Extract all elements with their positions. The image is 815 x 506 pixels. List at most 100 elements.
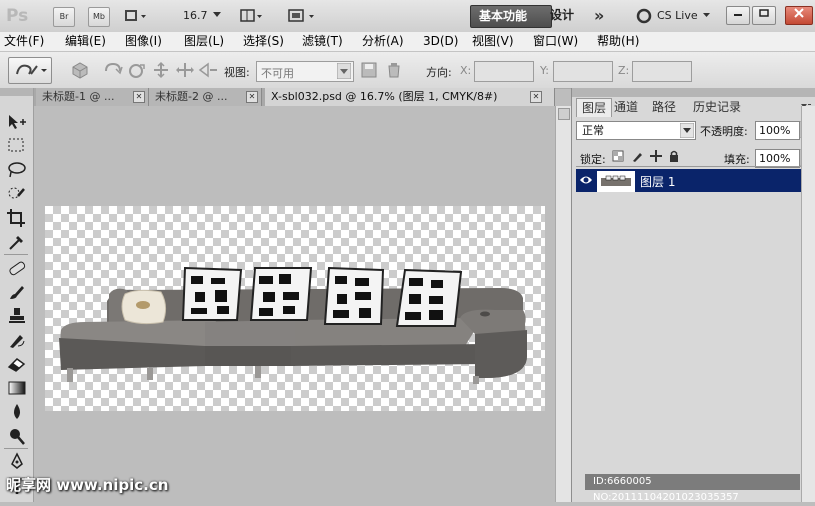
sofa-image: [59, 266, 527, 384]
x-field[interactable]: [474, 61, 534, 82]
chevron-down-icon[interactable]: [703, 13, 710, 18]
bridge-button[interactable]: Br: [53, 7, 75, 27]
menu-filter[interactable]: 滤镜(T): [302, 33, 343, 50]
application-bar: Ps Br Mb 16.7 基本功能 设计 » CS Live: [0, 0, 815, 33]
pillow-3: [323, 266, 385, 325]
screen-mode-icon[interactable]: [288, 8, 318, 24]
opacity-label: 不透明度:: [700, 125, 748, 138]
y-field[interactable]: [553, 61, 613, 82]
crop-tool-icon[interactable]: [6, 208, 28, 228]
tab-label: X-sbl032.psd @ 16.7% (图层 1, CMYK/8#): [271, 90, 498, 103]
view-select[interactable]: 不可用: [256, 61, 354, 82]
menu-help[interactable]: 帮助(H): [597, 33, 639, 50]
3d-roll-icon[interactable]: [102, 61, 124, 79]
menu-image[interactable]: 图像(I): [125, 33, 162, 50]
tools-panel-header[interactable]: [0, 88, 33, 96]
tab-label: 未标题-2 @ ...: [155, 90, 228, 103]
view-extras-icon[interactable]: [124, 8, 148, 24]
pillow-2: [249, 267, 313, 321]
panel-scrollbar[interactable]: [801, 106, 815, 502]
scroll-up-arrow[interactable]: [558, 108, 570, 120]
chevron-down-icon[interactable]: [213, 12, 221, 18]
brush-tool-icon[interactable]: [6, 282, 28, 302]
move-tool-icon[interactable]: [6, 112, 28, 132]
tab-untitled-2[interactable]: 未标题-2 @ ... ✕: [149, 88, 262, 106]
minimize-button[interactable]: [726, 6, 750, 25]
eyedropper-tool-icon[interactable]: [6, 232, 28, 252]
menu-window[interactable]: 窗口(W): [533, 33, 578, 50]
close-icon[interactable]: ✕: [530, 91, 542, 103]
clone-stamp-tool-icon[interactable]: [6, 306, 28, 326]
tool-preset-picker[interactable]: [8, 57, 52, 84]
layer-thumbnail[interactable]: [597, 171, 635, 192]
lasso-tool-icon[interactable]: [6, 160, 28, 180]
marquee-tool-icon[interactable]: [6, 136, 28, 156]
blend-mode-select[interactable]: 正常: [576, 121, 696, 140]
tools-panel: [0, 88, 34, 502]
id-watermark: ID:6660005 NO:20111104201023035357: [585, 474, 800, 503]
x-label: X:: [460, 64, 472, 77]
menu-analysis[interactable]: 分析(A): [362, 33, 404, 50]
3d-scale-icon[interactable]: [198, 61, 218, 79]
cs-live-icon[interactable]: [636, 8, 652, 24]
more-workspaces-button[interactable]: »: [594, 6, 604, 25]
blur-tool-icon[interactable]: [6, 402, 28, 422]
layer-row[interactable]: 图层 1: [576, 169, 801, 192]
tab-channels[interactable]: 通道: [614, 98, 638, 116]
opacity-input[interactable]: 100%: [755, 121, 800, 140]
lock-label: 锁定:: [580, 153, 606, 166]
lock-pixels-icon[interactable]: [631, 150, 643, 162]
close-icon[interactable]: ✕: [133, 91, 145, 103]
document-canvas[interactable]: [45, 206, 545, 411]
close-window-button[interactable]: [785, 6, 813, 25]
panel-header[interactable]: [572, 88, 815, 97]
gradient-tool-icon[interactable]: [6, 378, 28, 398]
delete-view-icon[interactable]: [386, 62, 402, 78]
tab-layers[interactable]: 图层: [576, 98, 612, 117]
lock-all-icon[interactable]: [668, 150, 680, 162]
workspace-essentials-button[interactable]: 基本功能: [470, 5, 552, 28]
workspace-design-button[interactable]: 设计: [542, 5, 602, 26]
pen-tool-icon[interactable]: [6, 452, 28, 472]
y-label: Y:: [540, 64, 549, 77]
z-field[interactable]: [632, 61, 692, 82]
3d-drag-icon[interactable]: [126, 61, 146, 79]
eye-icon[interactable]: [579, 174, 593, 186]
z-label: Z:: [618, 64, 630, 77]
close-icon[interactable]: ✕: [246, 91, 258, 103]
menu-view[interactable]: 视图(V): [472, 33, 514, 50]
vertical-scrollbar[interactable]: [555, 106, 571, 502]
dodge-tool-icon[interactable]: [6, 426, 28, 446]
menu-bar: 文件(F) 编辑(E) 图像(I) 图层(L) 选择(S) 滤镜(T) 分析(A…: [0, 32, 815, 52]
3d-slide-icon[interactable]: [150, 61, 172, 79]
lock-position-icon[interactable]: [650, 150, 662, 162]
cs-live-label[interactable]: CS Live: [657, 9, 698, 22]
menu-edit[interactable]: 编辑(E): [65, 33, 106, 50]
eraser-tool-icon[interactable]: [6, 354, 28, 374]
tab-untitled-1[interactable]: 未标题-1 @ ... ✕: [36, 88, 149, 106]
tab-history[interactable]: 历史记录: [693, 98, 741, 116]
healing-brush-tool-icon[interactable]: [6, 258, 28, 278]
tab-paths[interactable]: 路径: [652, 98, 676, 116]
arrange-documents-icon[interactable]: [240, 8, 264, 24]
3d-rotate-icon[interactable]: [70, 61, 90, 79]
restore-button[interactable]: [752, 6, 776, 25]
menu-3d[interactable]: 3D(D): [423, 33, 458, 50]
save-view-icon[interactable]: [361, 62, 377, 78]
lock-transparent-icon[interactable]: [612, 150, 624, 162]
menu-file[interactable]: 文件(F): [4, 33, 44, 50]
menu-layer[interactable]: 图层(L): [184, 33, 224, 50]
direction-label: 方向:: [426, 66, 452, 79]
tab-x-sbl032[interactable]: X-sbl032.psd @ 16.7% (图层 1, CMYK/8#) ✕: [265, 88, 555, 106]
history-brush-tool-icon[interactable]: [6, 330, 28, 350]
zoom-level[interactable]: 16.7: [183, 9, 208, 22]
3d-pan-icon[interactable]: [174, 61, 196, 79]
quick-selection-tool-icon[interactable]: [6, 184, 28, 204]
site-watermark: 昵享网 www.nipic.cn: [6, 476, 169, 494]
tools-divider: [4, 448, 28, 449]
pillow-1: [181, 266, 243, 321]
layer-name[interactable]: 图层 1: [640, 173, 675, 190]
view-select-value: 不可用: [261, 67, 294, 80]
menu-select[interactable]: 选择(S): [243, 33, 284, 50]
mini-bridge-button[interactable]: Mb: [88, 7, 110, 27]
